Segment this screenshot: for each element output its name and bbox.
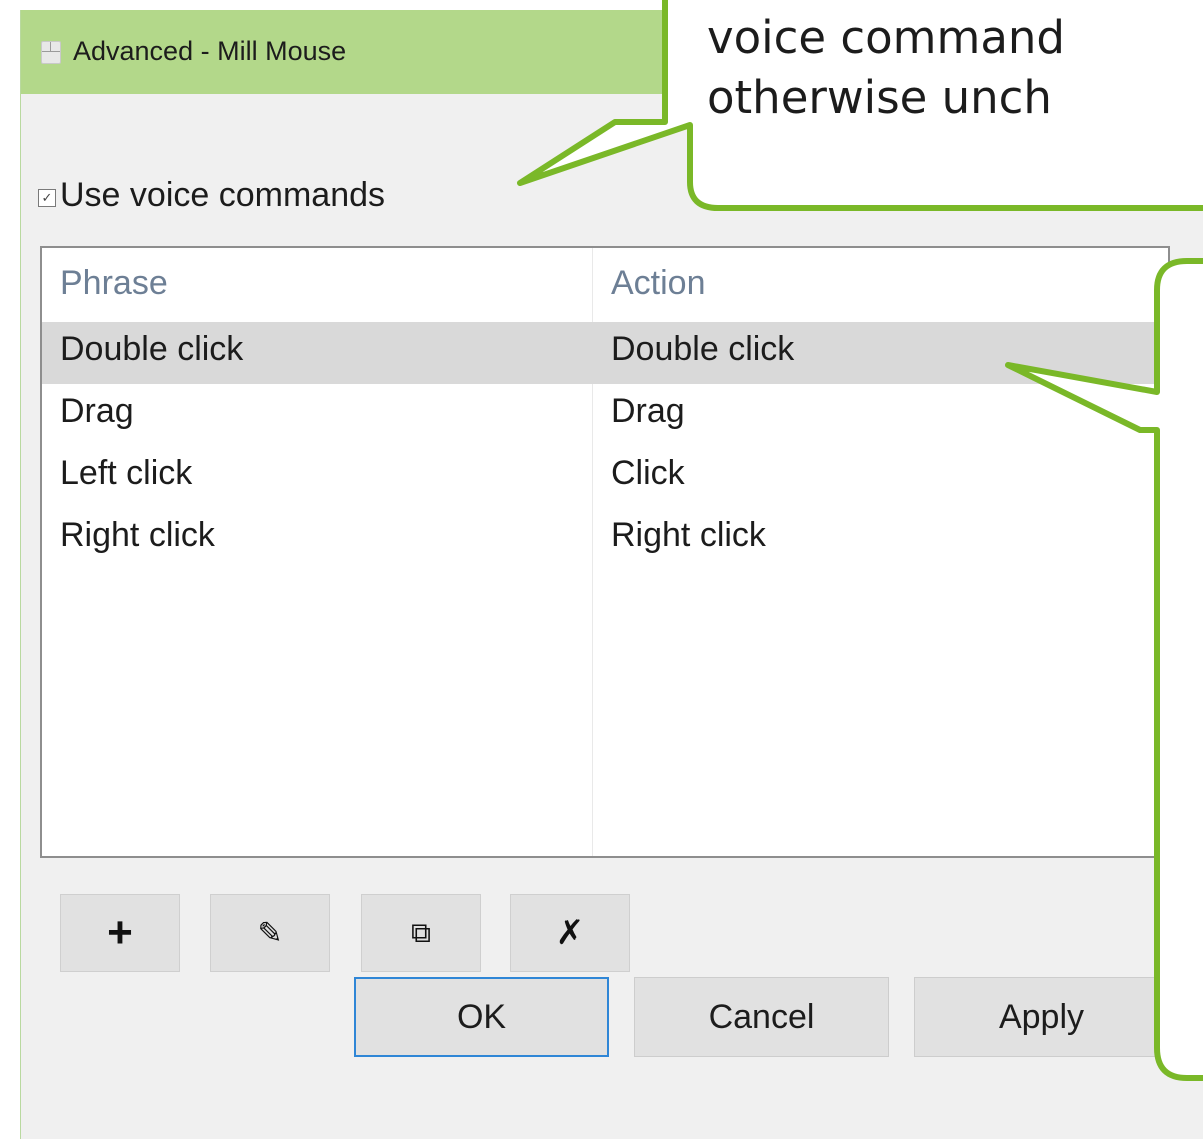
phrase-cell: Double click [60, 330, 244, 368]
checkbox-check-icon[interactable]: ✓ [38, 189, 56, 207]
plus-icon: + [107, 908, 133, 957]
column-header-phrase[interactable]: Phrase [60, 264, 168, 303]
apply-button[interactable]: Apply [914, 977, 1169, 1057]
phrase-cell: Drag [60, 392, 134, 430]
action-cell: Right click [611, 516, 766, 554]
column-header-action[interactable]: Action [611, 264, 706, 303]
callout-top-text-line-1: voice command [707, 11, 1066, 64]
action-cell: Click [611, 454, 685, 492]
cancel-button[interactable]: Cancel [634, 977, 889, 1057]
window-title: Advanced - Mill Mouse [73, 36, 347, 66]
mouse-icon [41, 41, 61, 64]
phrase-cell: Left click [60, 454, 193, 492]
voice-command-list[interactable]: Phrase Action Double click Double click … [40, 246, 1170, 858]
copy-command-button[interactable]: ⧉ [361, 894, 481, 972]
delete-command-button[interactable]: ✗ [510, 894, 630, 972]
table-row[interactable]: Right click Right click [42, 508, 1168, 570]
copy-icon: ⧉ [411, 916, 431, 948]
edit-command-button[interactable]: ✎ [210, 894, 330, 972]
ok-button[interactable]: OK [354, 977, 609, 1057]
table-row[interactable]: Double click Double click [42, 322, 1168, 384]
delete-x-icon: ✗ [555, 914, 585, 952]
action-cell: Double click [611, 330, 795, 368]
table-row[interactable]: Drag Drag [42, 384, 1168, 446]
action-cell: Drag [611, 392, 685, 430]
add-command-button[interactable]: + [60, 894, 180, 972]
use-voice-commands-label: Use voice commands [60, 176, 386, 214]
phrase-cell: Right click [60, 516, 215, 554]
table-row[interactable]: Left click Click [42, 446, 1168, 508]
pencil-icon: ✎ [257, 916, 283, 950]
callout-top-text-line-2: otherwise unch [707, 71, 1052, 124]
